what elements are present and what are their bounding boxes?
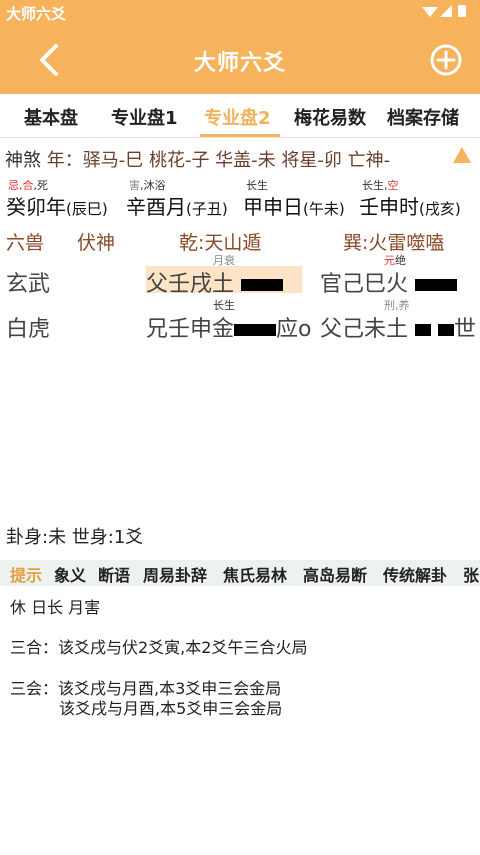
status-icons (420, 3, 468, 23)
line-1-main-bar (241, 279, 284, 291)
tab-archive[interactable]: 档案存储 (387, 104, 459, 130)
subtab-chuantong[interactable]: 传统解卦 (383, 562, 447, 586)
line-1-changed-bar (415, 279, 458, 291)
line-2-changed-bar-right (438, 324, 455, 336)
fushen-header: 伏神 (77, 232, 116, 254)
line-1-beast: 玄武 (6, 272, 51, 297)
subtab-gaodao[interactable]: 高岛易断 (303, 562, 367, 586)
line-2-changed-bar-left (415, 324, 432, 336)
tab-meihua[interactable]: 梅花易数 (294, 104, 366, 130)
add-circle-icon[interactable] (430, 44, 462, 76)
subtab-more[interactable]: 张 (463, 562, 479, 586)
active-tab-indicator (200, 134, 280, 137)
subtab-duanyu[interactable]: 断语 (98, 562, 130, 586)
liushou-header: 六兽 (6, 232, 45, 254)
app-title: 大师六爻 (193, 51, 286, 76)
analysis-tabs: 提示 象义 断语 周易卦辞 焦氏易林 高岛易断 传统解卦 张 (0, 560, 480, 586)
changed-gua-name[interactable]: 巽:火雷噬嗑 (343, 228, 444, 255)
line-2-changed-yao[interactable]: 父己未土 世 (320, 311, 476, 343)
subtab-jiaoshi[interactable]: 焦氏易林 (223, 562, 287, 586)
sanhe-text: 三合：该爻戌与伏2爻寅,本2爻午三合火局 (10, 638, 308, 657)
subtab-hint[interactable]: 提示 (10, 562, 42, 586)
line-2-main-bar (234, 324, 277, 336)
subtab-xiangyi[interactable]: 象义 (54, 562, 86, 586)
day-pillar: 甲申日(午未) (243, 195, 345, 219)
tab-pro-2[interactable]: 专业盘2 (204, 104, 271, 130)
shensha-label: 神煞 (5, 150, 41, 171)
tab-pro-1[interactable]: 专业盘1 (111, 104, 178, 130)
line-2-beast: 白虎 (6, 317, 51, 342)
hour-pillar: 壬申时(戌亥) (359, 195, 461, 219)
guashen-text: 卦身:未 世身:1爻 (6, 527, 144, 548)
line-1-main-yao[interactable]: 父壬戌土 (146, 266, 302, 297)
shensha-text: 年：驿马-巳 桃花-子 华盖-未 将星-卯 亡神- (46, 150, 391, 171)
line-2-main-yao[interactable]: 兄壬申金 应o (146, 311, 311, 343)
wifi-signal-battery-icon (422, 5, 466, 17)
year-pillar: 癸卯年(辰巳) (6, 195, 108, 219)
month-pillar: 辛酉月(子丑) (126, 195, 228, 219)
tab-basic[interactable]: 基本盘 (24, 104, 78, 130)
sanhui-text-2: 该爻戌与月酉,本5爻申三会金局 (59, 699, 283, 718)
main-gua-name[interactable]: 乾:天山遁 (179, 228, 261, 255)
subtab-zhouyi[interactable]: 周易卦辞 (143, 562, 207, 586)
app-bar: 大师六爻 (0, 26, 480, 94)
state-text: 休 日长 月害 (10, 598, 101, 617)
shensha-row: 神煞 年：驿马-巳 桃花-子 华盖-未 将星-卯 亡神- (5, 146, 390, 172)
main-tabs: 基本盘 专业盘1 专业盘2 梅花易数 档案存储 (0, 94, 480, 138)
triangle-up-icon[interactable] (452, 146, 472, 164)
status-bar-title: 大师六爻 (6, 5, 67, 23)
status-bar: 大师六爻 (0, 0, 480, 26)
line-1-changed-yao[interactable]: 官己巳火 (320, 266, 458, 298)
